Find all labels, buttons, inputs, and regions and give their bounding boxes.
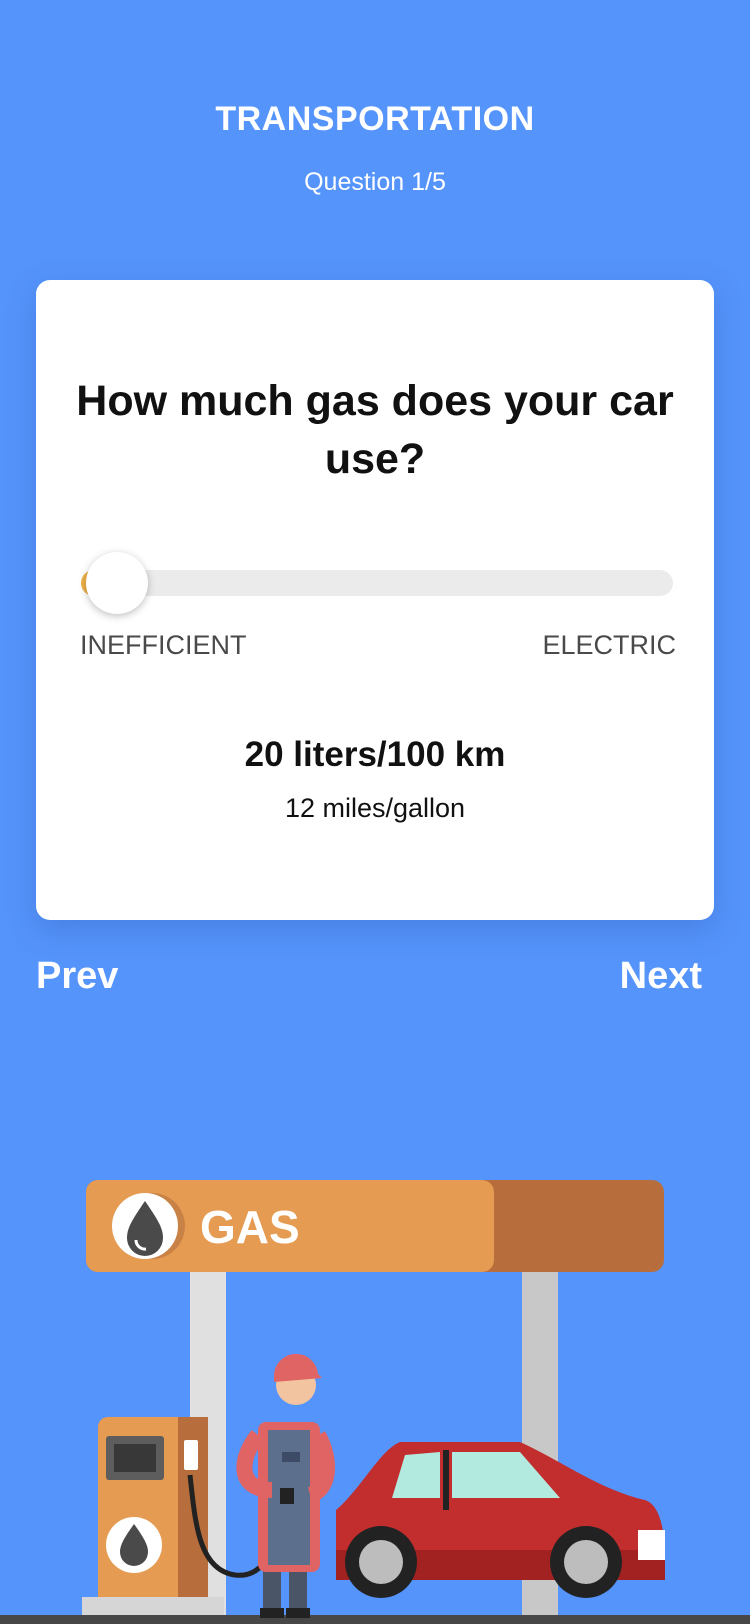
gas-station-illustration: GAS: [0, 1180, 750, 1624]
slider-max-label: ELECTRIC: [542, 630, 676, 660]
header-title: TRANSPORTATION: [215, 100, 535, 138]
value-secondary: 12 miles/gallon: [284, 793, 466, 823]
gas-sign-text: GAS: [200, 1201, 300, 1253]
question-progress: Question 1/5: [304, 168, 446, 196]
slider-min-label: INEFFICIENT: [80, 630, 247, 660]
prev-button[interactable]: Prev: [36, 955, 118, 998]
slider-track[interactable]: [81, 570, 673, 596]
question-text: How much gas does your car use?: [76, 377, 674, 483]
question-card: How much gas does your car use? INEFFICI…: [36, 280, 714, 920]
slider-thumb[interactable]: [86, 552, 148, 614]
next-button[interactable]: Next: [620, 955, 702, 998]
value-primary: 20 liters/100 km: [244, 735, 506, 774]
